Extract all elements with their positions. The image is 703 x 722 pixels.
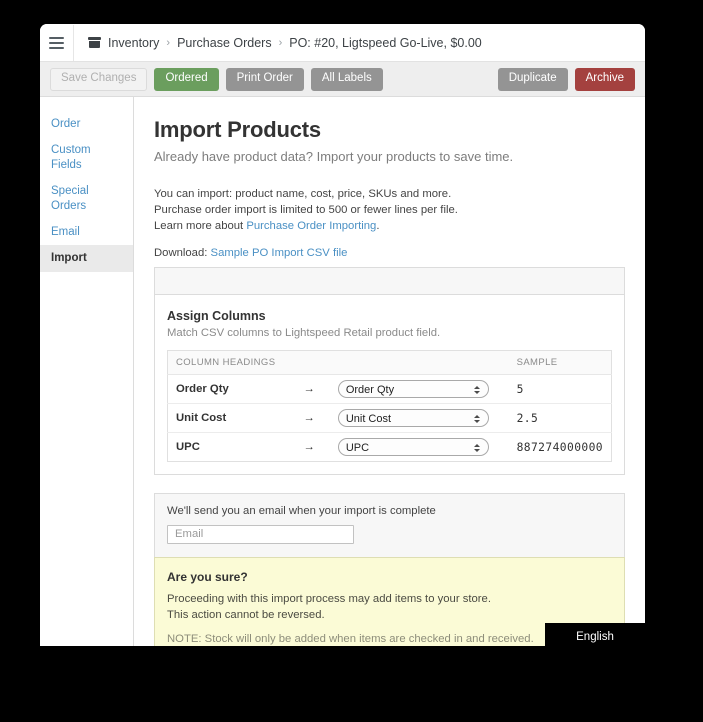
- map-arrow-icon: →: [303, 441, 315, 454]
- stepper-chevron-icon: [473, 439, 482, 455]
- top-bar: Inventory › Purchase Orders › PO: #20, L…: [40, 24, 645, 62]
- inventory-box-icon: [88, 37, 101, 48]
- page-title: Import Products: [154, 117, 321, 142]
- breadcrumb-item-purchase-orders[interactable]: Purchase Orders: [177, 36, 271, 50]
- email-notification-panel: We'll send you an email when your import…: [154, 493, 625, 557]
- hamburger-line: [49, 46, 64, 49]
- main-content: Import Products Already have product dat…: [134, 97, 645, 646]
- sample-value: 2.5: [508, 403, 612, 434]
- warning-line-2: This action cannot be reversed.: [167, 608, 325, 621]
- field-select-cell: Unit Cost: [329, 403, 509, 434]
- stepper-chevron-icon: [473, 410, 482, 426]
- field-select-value: Order Qty: [345, 384, 395, 397]
- map-arrow-icon: →: [288, 374, 330, 405]
- warning-line-1: Proceeding with this import process may …: [167, 592, 491, 605]
- file-upload-dropzone[interactable]: [154, 267, 625, 296]
- csv-column-name: UPC: [176, 441, 200, 454]
- application-page: Inventory › Purchase Orders › PO: #20, L…: [40, 24, 645, 646]
- sidebar-item-email[interactable]: Email: [40, 219, 133, 245]
- hamburger-line: [49, 36, 64, 39]
- warning-title: Are you sure?: [167, 569, 248, 584]
- table-row: UPC → UPC 887274000000: [168, 433, 612, 462]
- all-labels-button[interactable]: All Labels: [310, 67, 383, 91]
- sample-value: 5: [508, 374, 612, 405]
- assign-columns-panel: Assign Columns Match CSV columns to Ligh…: [154, 295, 625, 476]
- ordered-button[interactable]: Ordered: [154, 67, 219, 91]
- email-input[interactable]: [167, 524, 354, 544]
- csv-column-name: Order Qty: [167, 374, 289, 405]
- breadcrumb-separator: ›: [278, 36, 283, 49]
- sidebar: Order Custom Fields Special Orders Email…: [40, 97, 134, 646]
- download-label: Download:: [154, 247, 211, 260]
- field-select-value: UPC: [345, 442, 370, 455]
- table-row: Unit Cost → Unit Cost 2.5: [167, 403, 612, 434]
- sidebar-item-order[interactable]: Order: [40, 111, 133, 137]
- table-body: Order Qty → Order Qty 5 Unit Cost → Unit…: [167, 374, 612, 462]
- sample-csv-download-link[interactable]: Sample PO Import CSV file: [211, 247, 348, 259]
- breadcrumb: Inventory › Purchase Orders › PO: #20, L…: [74, 36, 482, 50]
- field-select-cell: UPC: [330, 433, 509, 462]
- field-select-order-qty[interactable]: Order Qty: [337, 380, 489, 399]
- sidebar-item-custom-fields[interactable]: Custom Fields: [40, 137, 133, 178]
- info-line-2: Purchase order import is limited to 500 …: [154, 204, 458, 217]
- purchase-order-importing-link[interactable]: Purchase Order Importing: [246, 220, 376, 232]
- assign-columns-subtitle: Match CSV columns to Lightspeed Retail p…: [167, 327, 441, 340]
- column-mapping-table: COLUMN HEADINGS SAMPLE Order Qty → Order: [167, 350, 612, 463]
- save-changes-button[interactable]: Save Changes: [50, 67, 148, 91]
- learn-more-line: Learn more about Purchase Order Importin…: [154, 218, 625, 234]
- table-head: COLUMN HEADINGS SAMPLE: [167, 350, 612, 376]
- learn-more-prefix: Learn more about: [154, 220, 247, 233]
- page-body: Order Custom Fields Special Orders Email…: [40, 97, 645, 646]
- field-select-upc[interactable]: UPC: [337, 438, 489, 457]
- field-select-unit-cost[interactable]: Unit Cost: [337, 409, 489, 428]
- screenshot-root: Inventory › Purchase Orders › PO: #20, L…: [0, 0, 703, 722]
- assign-columns-title: Assign Columns: [167, 309, 266, 324]
- table-row: Order Qty → Order Qty 5: [167, 374, 612, 405]
- sidebar-item-special-orders[interactable]: Special Orders: [40, 178, 133, 219]
- field-select-value: Unit Cost: [345, 413, 392, 426]
- breadcrumb-item-current: PO: #20, Ligtspeed Go-Live, $0.00: [289, 35, 482, 50]
- table-header-row: COLUMN HEADINGS SAMPLE: [167, 350, 612, 376]
- info-line-1: You can import: product name, cost, pric…: [154, 188, 452, 200]
- hamburger-menu-icon[interactable]: [40, 24, 74, 61]
- csv-column-name: Unit Cost: [167, 403, 289, 434]
- field-select-cell: Order Qty: [329, 374, 509, 405]
- breadcrumb-item-inventory[interactable]: Inventory: [108, 36, 159, 50]
- learn-more-suffix: .: [376, 220, 380, 233]
- download-line: Download: Sample PO Import CSV file: [154, 247, 625, 259]
- page-subtitle: Already have product data? Import your p…: [154, 149, 514, 164]
- duplicate-button[interactable]: Duplicate: [497, 67, 568, 91]
- map-arrow-icon: →: [288, 403, 330, 434]
- breadcrumb-separator: ›: [166, 36, 171, 49]
- email-label: We'll send you an email when your import…: [167, 505, 436, 518]
- sample-header: SAMPLE: [508, 350, 612, 376]
- sidebar-item-import[interactable]: Import: [40, 245, 133, 272]
- hamburger-line: [49, 41, 64, 44]
- sample-value: 887274000000: [516, 440, 603, 454]
- print-order-button[interactable]: Print Order: [225, 67, 304, 91]
- stepper-chevron-icon: [473, 381, 482, 397]
- archive-button[interactable]: Archive: [574, 67, 635, 91]
- column-headings-header: COLUMN HEADINGS: [167, 350, 509, 376]
- language-badge[interactable]: English: [545, 623, 645, 650]
- action-toolbar: Save Changes Ordered Print Order All Lab…: [40, 62, 645, 97]
